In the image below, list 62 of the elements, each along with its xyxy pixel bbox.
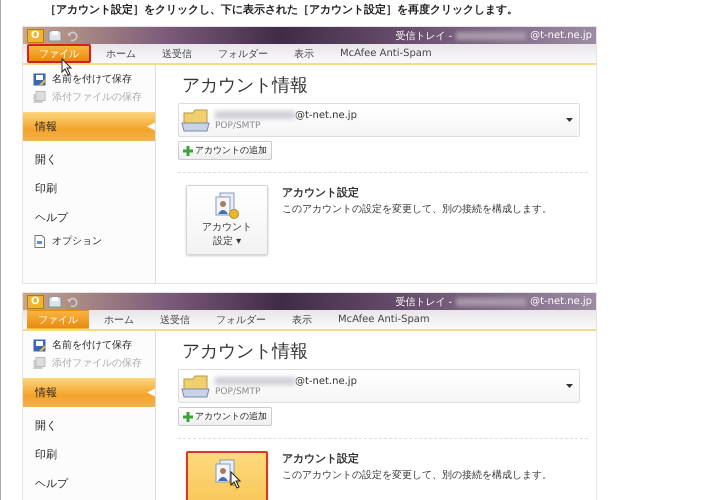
mailbox-icon [181,373,211,399]
account-email: @t-net.ne.jp [295,110,357,120]
account-type: POP/SMTP [215,386,262,396]
plus-icon [183,412,193,422]
account-email: @t-net.ne.jp [295,376,357,386]
settings-title: アカウント設定 [282,185,359,200]
blurred-address [456,298,526,306]
mailbox-icon [181,107,211,133]
backstage-tab[interactable]: 印刷 [23,174,155,203]
menu-command[interactable]: 名前を付けて保存 [23,70,155,88]
window-title-email: @t-net.ne.jp [530,30,592,41]
backstage-tab[interactable]: 情報 [23,112,155,141]
window-title-email: @t-net.ne.jp [530,296,592,307]
ribbon-tab[interactable]: 表示 [281,310,323,329]
window-title: 受信トレイ - [395,296,452,308]
account-type: POP/SMTP [215,120,262,130]
undo-icon[interactable] [66,296,78,308]
plus-icon [183,146,193,156]
ribbon-tab[interactable]: ホーム [93,310,145,329]
app-logo: O [27,28,44,42]
settings-description: このアカウントの設定を変更して、別の接続を構成します。 [282,468,552,482]
save-as-icon [33,72,46,86]
backstage-tab[interactable]: 開く [23,411,155,440]
save-icon[interactable] [48,296,62,308]
attachment-icon [33,90,46,104]
section-heading: アカウント情報 [182,74,308,97]
ribbon-tab[interactable]: ホーム [95,44,147,63]
window-title: 受信トレイ - [395,30,452,42]
instruction-text: ［アカウント設定］をクリックし、下に表示された［アカウント設定］を再度クリックします。 [45,2,519,17]
ribbon-tab[interactable]: McAfee Anti-Spam [327,310,441,329]
backstage-tab[interactable]: 情報 [23,378,155,407]
backstage-tab[interactable]: 開く [23,145,155,174]
add-account-button[interactable]: アカウントの追加 [178,407,272,426]
ribbon-tab[interactable]: McAfee Anti-Spam [329,44,443,63]
section-heading: アカウント情報 [182,340,308,363]
menu-command[interactable]: 名前を付けて保存 [23,336,155,354]
document-icon [33,234,46,248]
caret-icon [566,118,573,122]
backstage-tab[interactable]: ヘルプ [23,203,155,232]
ribbon-tab[interactable]: 送受信 [151,44,203,63]
ribbon-tab[interactable]: フォルダー [207,44,279,63]
backstage-tab[interactable]: ヘルプ [23,469,155,498]
save-icon[interactable] [48,30,62,42]
caret-icon [566,384,573,388]
undo-icon[interactable] [66,30,78,42]
account-settings-icon [214,192,240,220]
save-as-icon [33,338,46,352]
attachment-icon [33,356,46,370]
account-dropdown[interactable]: @t-net.ne.jp POP/SMTP [178,103,580,137]
menu-command[interactable]: オプション [23,232,155,250]
ribbon-tab[interactable]: 送受信 [149,310,201,329]
account-settings-button[interactable]: アカウント 設定 ▾ [186,185,268,255]
settings-title: アカウント設定 [282,451,359,466]
backstage-tab[interactable]: 印刷 [23,440,155,469]
account-dropdown[interactable]: @t-net.ne.jp POP/SMTP [178,369,580,403]
blurred-address [456,32,526,40]
account-settings-button[interactable] [186,451,268,500]
ribbon-tab[interactable]: 表示 [283,44,325,63]
add-account-button[interactable]: アカウントの追加 [178,141,272,160]
ribbon-tab[interactable]: フォルダー [205,310,277,329]
app-logo: O [27,294,44,308]
settings-description: このアカウントの設定を変更して、別の接続を構成します。 [282,202,552,216]
